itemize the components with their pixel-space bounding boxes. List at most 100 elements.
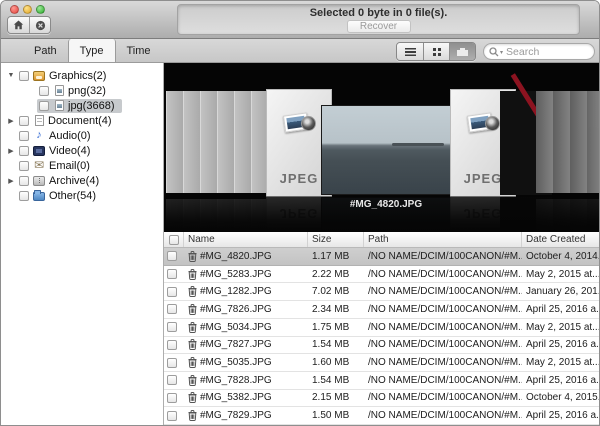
file-date-created: October 4, 2015...	[526, 392, 599, 404]
table-header: Name Size Path Date Created	[164, 232, 599, 248]
file-image-icon	[55, 100, 64, 111]
column-header-date-created[interactable]: Date Created	[522, 232, 599, 247]
table-row[interactable]: #MG_5283.JPG 2.22 MB/NO NAME/DCIM/100CANO…	[164, 265, 599, 284]
file-size: 1.54 MB	[312, 374, 350, 386]
checkbox[interactable]	[19, 190, 29, 201]
trash-icon	[188, 392, 197, 404]
table-row[interactable]: #MG_1282.JPG 7.02 MB/NO NAME/DCIM/100CANO…	[164, 283, 599, 302]
select-all-checkbox[interactable]	[168, 234, 179, 245]
tab-time[interactable]: Time	[116, 39, 162, 62]
email-icon: ✉	[33, 158, 45, 172]
row-checkbox[interactable]	[167, 375, 177, 386]
row-checkbox[interactable]	[167, 269, 177, 280]
file-path: /NO NAME/DCIM/100CANON/#M...	[368, 410, 522, 422]
minimize-window-button[interactable]	[23, 5, 32, 14]
photo-stamp-icon	[282, 112, 316, 134]
row-checkbox[interactable]	[167, 410, 177, 421]
archive-icon	[33, 175, 45, 186]
stop-button[interactable]	[29, 17, 50, 33]
sidebar-item-label: Document(4)	[48, 114, 112, 127]
sidebar-item-audio[interactable]: ♪ Audio(0)	[1, 128, 163, 143]
sidebar-item-label: Email(0)	[49, 159, 90, 172]
sidebar-item-label: png(32)	[68, 84, 106, 97]
row-checkbox[interactable]	[167, 339, 177, 350]
file-date-created: May 2, 2015 at...	[526, 268, 599, 280]
grid-view-button[interactable]	[423, 43, 449, 60]
coverflow-selected-photo[interactable]	[321, 105, 451, 195]
column-header-name[interactable]: Name	[184, 232, 308, 247]
recover-button[interactable]: Recover	[346, 20, 411, 33]
close-window-button[interactable]	[10, 5, 19, 14]
file-size: 1.54 MB	[312, 339, 350, 351]
file-name: #MG_7829.JPG	[200, 410, 272, 422]
checkbox[interactable]	[19, 145, 29, 156]
table-row[interactable]: #MG_4820.JPG 1.17 MB/NO NAME/DCIM/100CANO…	[164, 248, 599, 266]
checkbox[interactable]	[39, 85, 49, 96]
disclosure-triangle-icon[interactable]: ▼	[5, 72, 17, 79]
list-view-button[interactable]	[397, 43, 423, 60]
sidebar-item-graphics[interactable]: ▼ Graphics(2)	[1, 68, 163, 83]
sidebar-item-png[interactable]: png(32)	[1, 83, 163, 98]
table-row[interactable]: #MG_5382.JPG 2.15 MB/NO NAME/DCIM/100CANO…	[164, 389, 599, 408]
checkbox[interactable]	[39, 100, 49, 111]
row-checkbox[interactable]	[167, 322, 177, 333]
tab-path[interactable]: Path	[23, 39, 68, 62]
file-size: 2.15 MB	[312, 392, 350, 404]
sidebar-item-archive[interactable]: ▶ Archive(4)	[1, 173, 163, 188]
file-name: #MG_5382.JPG	[200, 392, 272, 404]
table-row[interactable]: #MG_7829.JPG 1.50 MB/NO NAME/DCIM/100CANO…	[164, 407, 599, 425]
audio-icon: ♪	[36, 129, 42, 141]
sidebar-item-label: Audio(0)	[49, 129, 91, 142]
column-header-size[interactable]: Size	[308, 232, 364, 247]
disclosure-triangle-icon[interactable]: ▶	[5, 117, 17, 125]
row-checkbox[interactable]	[167, 357, 177, 368]
search-scope-chevron-icon[interactable]: ▾	[500, 49, 503, 56]
trash-icon	[188, 303, 197, 315]
checkbox[interactable]	[19, 130, 29, 141]
filter-tabs: Path Type Time	[23, 39, 162, 62]
file-name: #MG_7827.JPG	[200, 339, 272, 351]
sidebar-item-label: jpg(3668)	[68, 99, 115, 112]
file-path: /NO NAME/DCIM/100CANON/#M...	[368, 321, 522, 333]
table-row[interactable]: #MG_5035.JPG 1.60 MB/NO NAME/DCIM/100CANO…	[164, 354, 599, 372]
row-checkbox[interactable]	[167, 286, 177, 297]
folder-icon	[33, 190, 45, 201]
disclosure-triangle-icon[interactable]: ▶	[5, 147, 17, 155]
table-row[interactable]: #MG_7827.JPG 1.54 MB/NO NAME/DCIM/100CANO…	[164, 336, 599, 355]
table-row[interactable]: #MG_5034.JPG 1.75 MB/NO NAME/DCIM/100CANO…	[164, 318, 599, 337]
search-field[interactable]: ▾	[483, 43, 595, 60]
search-input[interactable]	[506, 45, 587, 58]
checkbox[interactable]	[19, 160, 29, 171]
row-checkbox[interactable]	[167, 392, 177, 403]
tab-type[interactable]: Type	[67, 39, 116, 62]
row-checkbox[interactable]	[167, 304, 177, 315]
checkbox[interactable]	[19, 115, 29, 126]
file-size: 1.60 MB	[312, 357, 350, 369]
home-button[interactable]	[8, 17, 29, 33]
column-header-path[interactable]: Path	[364, 232, 522, 247]
table-row[interactable]: #MG_7828.JPG 1.54 MB/NO NAME/DCIM/100CANO…	[164, 371, 599, 390]
file-name: #MG_5034.JPG	[200, 321, 272, 333]
coverflow-card[interactable]	[587, 91, 599, 193]
disclosure-triangle-icon[interactable]: ▶	[5, 177, 17, 185]
table-row[interactable]: #MG_7826.JPG 2.34 MB/NO NAME/DCIM/100CANO…	[164, 301, 599, 319]
file-size: 2.34 MB	[312, 303, 350, 315]
sidebar-item-email[interactable]: ✉ Email(0)	[1, 158, 163, 173]
file-path: /NO NAME/DCIM/100CANON/#M...	[368, 303, 522, 315]
file-name: #MG_7826.JPG	[200, 303, 272, 315]
sidebar-item-document[interactable]: ▶ Document(4)	[1, 113, 163, 128]
file-size: 1.17 MB	[312, 250, 350, 262]
coverflow-view-button[interactable]	[449, 43, 475, 60]
sidebar-item-other[interactable]: Other(54)	[1, 188, 163, 203]
checkbox[interactable]	[19, 175, 29, 186]
row-checkbox[interactable]	[167, 251, 177, 262]
sidebar-item-video[interactable]: ▶ Video(4)	[1, 143, 163, 158]
grid-view-icon	[433, 48, 436, 51]
sidebar-item-jpg[interactable]: jpg(3668)	[1, 98, 163, 113]
sidebar-item-label: Other(54)	[49, 189, 97, 202]
status-text: Selected 0 byte in 0 file(s).	[309, 7, 448, 19]
checkbox[interactable]	[19, 70, 29, 81]
zoom-window-button[interactable]	[36, 5, 45, 14]
home-icon	[13, 20, 24, 30]
file-name: #MG_7828.JPG	[200, 374, 272, 386]
